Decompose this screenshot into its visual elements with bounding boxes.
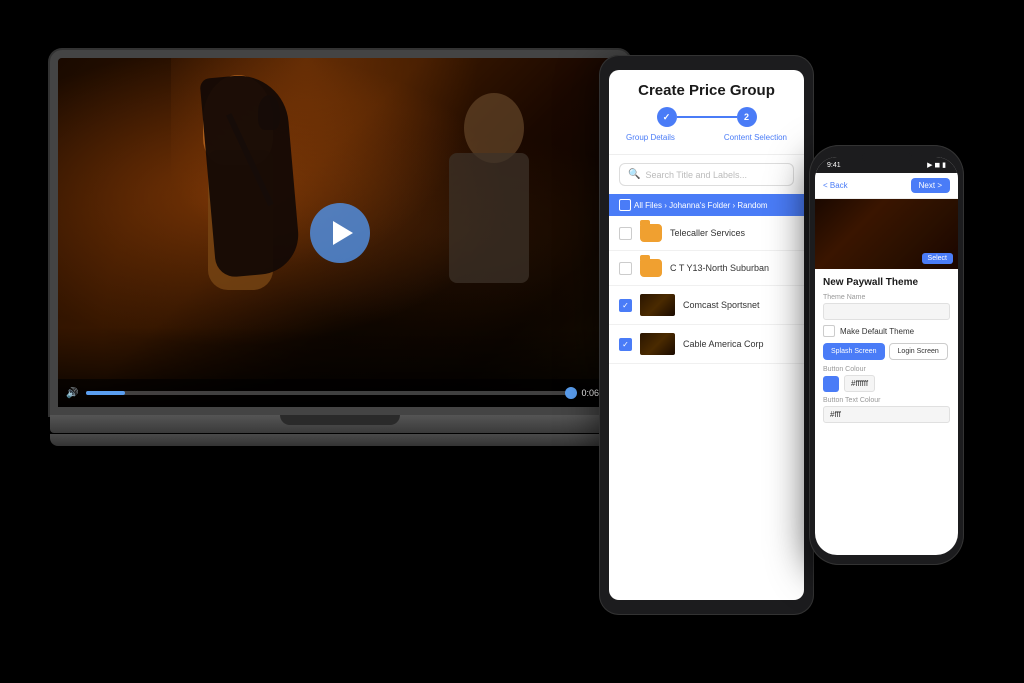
item-checkbox-4[interactable] — [619, 338, 632, 351]
phone-text-color-value[interactable]: #fff — [823, 406, 950, 423]
laptop: 🔊 0:06 ⛶ — [50, 50, 670, 480]
search-placeholder-text: Search Title and Labels... — [645, 170, 747, 180]
phone: 9:41 ▶ ◼ ▮ < Back Next > Select New Payw… — [809, 145, 964, 565]
tablet: Create Price Group ✓ 2 Group Details Con… — [599, 55, 814, 615]
phone-notch — [862, 153, 912, 161]
tablet-breadcrumb: All Files › Johanna's Folder › Random — [609, 194, 804, 216]
phone-video-action-button[interactable]: Select — [922, 253, 953, 264]
breadcrumb-text: All Files › Johanna's Folder › Random — [634, 201, 768, 210]
item-checkbox-1[interactable] — [619, 227, 632, 240]
step-labels: Group Details Content Selection — [621, 133, 792, 142]
phone-next-button[interactable]: Next > — [911, 178, 950, 193]
item-title-4: Cable America Corp — [683, 339, 794, 349]
video-background: 🔊 0:06 ⛶ — [58, 58, 622, 407]
singer-hair — [199, 72, 301, 279]
login-screen-button[interactable]: Login Screen — [889, 343, 948, 360]
laptop-bottom — [50, 434, 670, 446]
item-title-3: Comcast Sportsnet — [683, 300, 794, 310]
list-item: C T Y13-North Suburban — [609, 251, 804, 286]
step-1-label: Group Details — [626, 133, 675, 142]
tablet-title: Create Price Group — [621, 82, 792, 99]
tablet-outer: Create Price Group ✓ 2 Group Details Con… — [599, 55, 814, 615]
breadcrumb-checkbox[interactable] — [619, 199, 631, 211]
item-text-1: Telecaller Services — [670, 228, 794, 238]
item-text-2: C T Y13-North Suburban — [670, 263, 794, 273]
phone-theme-name-input[interactable] — [823, 303, 950, 320]
tablet-steps: ✓ 2 — [621, 107, 792, 127]
phone-btn-color-value[interactable]: #ffffff — [844, 375, 875, 392]
folder-icon-2 — [640, 259, 662, 277]
phone-content: New Paywall Theme Theme Name Make Defaul… — [815, 269, 958, 555]
item-title-1: Telecaller Services — [670, 228, 794, 238]
phone-outer: 9:41 ▶ ◼ ▮ < Back Next > Select New Payw… — [809, 145, 964, 565]
step-2-label: Content Selection — [724, 133, 787, 142]
phone-btn-color-row: #ffffff — [823, 375, 950, 392]
laptop-screen: 🔊 0:06 ⛶ — [50, 50, 630, 415]
video-controls: 🔊 0:06 ⛶ — [58, 379, 622, 407]
tablet-search-bar[interactable]: 🔍 Search Title and Labels... — [619, 163, 794, 186]
item-checkbox-2[interactable] — [619, 262, 632, 275]
volume-icon[interactable]: 🔊 — [66, 388, 78, 399]
step-line — [677, 116, 737, 118]
step-1-circle: ✓ — [657, 107, 677, 127]
step-2-circle: 2 — [737, 107, 757, 127]
phone-default-theme-row: Make Default Theme — [823, 325, 950, 337]
phone-color-swatch[interactable] — [823, 376, 839, 392]
list-item: Comcast Sportsnet — [609, 286, 804, 325]
list-item: Cable America Corp — [609, 325, 804, 364]
phone-screen: 9:41 ▶ ◼ ▮ < Back Next > Select New Payw… — [815, 157, 958, 555]
phone-default-checkbox[interactable] — [823, 325, 835, 337]
guitarist-body — [449, 153, 529, 283]
item-text-3: Comcast Sportsnet — [683, 300, 794, 310]
play-button[interactable] — [310, 203, 370, 263]
phone-text-color-label: Button Text Colour — [823, 397, 950, 404]
search-icon: 🔍 — [628, 169, 640, 180]
laptop-base — [50, 415, 630, 433]
progress-dot — [565, 387, 577, 399]
tablet-screen: Create Price Group ✓ 2 Group Details Con… — [609, 70, 804, 600]
phone-theme-name-label: Theme Name — [823, 294, 950, 301]
splash-screen-button[interactable]: Splash Screen — [823, 343, 885, 360]
phone-status-icons: ▶ ◼ ▮ — [927, 161, 946, 169]
video-thumb-3 — [640, 294, 675, 316]
phone-top-nav: < Back Next > — [815, 173, 958, 199]
folder-icon-1 — [640, 224, 662, 242]
play-triangle-icon — [333, 221, 353, 245]
item-text-4: Cable America Corp — [683, 339, 794, 349]
phone-video-thumbnail: Select — [815, 199, 958, 269]
tablet-header: Create Price Group ✓ 2 Group Details Con… — [609, 70, 804, 155]
phone-time: 9:41 — [827, 162, 841, 169]
laptop-notch — [280, 415, 400, 425]
phone-default-label: Make Default Theme — [840, 327, 914, 336]
video-time: 0:06 — [581, 388, 599, 398]
progress-bar[interactable] — [86, 391, 573, 395]
video-thumb-inner-3 — [640, 294, 675, 316]
phone-section-title: New Paywall Theme — [823, 277, 950, 288]
progress-fill — [86, 391, 125, 395]
phone-back-button[interactable]: < Back — [823, 181, 848, 190]
item-checkbox-3[interactable] — [619, 299, 632, 312]
tablet-list: Telecaller Services C T Y13-North Suburb… — [609, 216, 804, 600]
phone-btn-color-label: Button Colour — [823, 366, 950, 373]
list-item: Telecaller Services — [609, 216, 804, 251]
video-thumb-4 — [640, 333, 675, 355]
phone-screen-buttons: Splash Screen Login Screen — [823, 343, 950, 360]
video-thumb-inner-4 — [640, 333, 675, 355]
item-title-2: C T Y13-North Suburban — [670, 263, 794, 273]
scene: 🔊 0:06 ⛶ Create Price Group — [0, 0, 1024, 683]
